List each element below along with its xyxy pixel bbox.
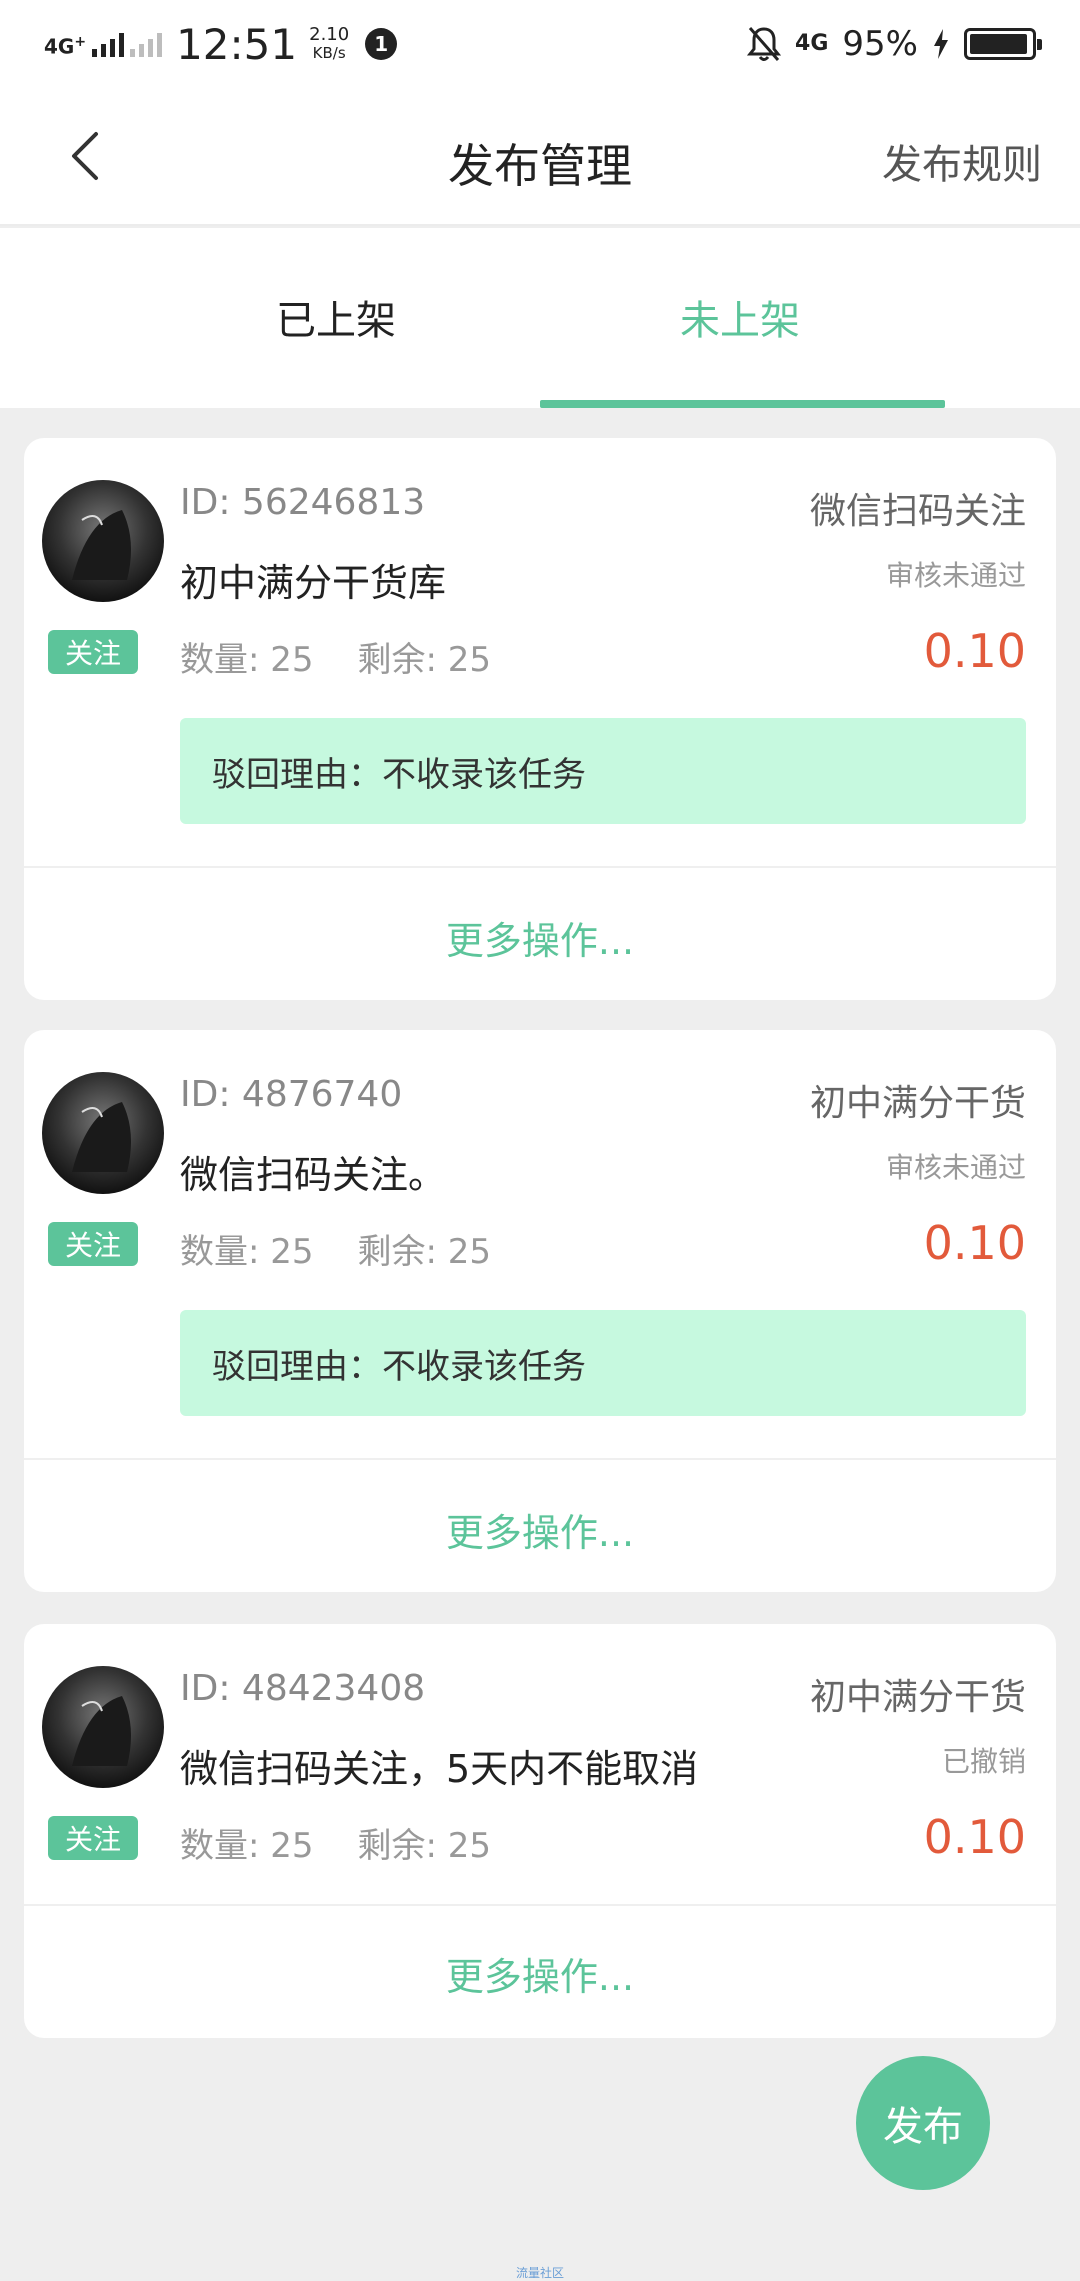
follow-tag: 关注 bbox=[48, 630, 138, 674]
task-price: 0.10 bbox=[923, 1216, 1026, 1270]
publish-fab-button[interactable]: 发布 bbox=[856, 2056, 990, 2190]
bell-muted-icon bbox=[747, 27, 782, 61]
tab-listed[interactable]: 已上架 bbox=[276, 288, 396, 346]
quantity-label: 数量: 25 bbox=[180, 640, 314, 680]
remaining-label: 剩余: 25 bbox=[357, 1232, 492, 1272]
task-id: ID: 56246813 bbox=[180, 482, 426, 523]
more-actions-button[interactable]: 更多操作... bbox=[24, 910, 1056, 965]
remaining-label: 剩余: 25 bbox=[357, 640, 492, 680]
task-title: 微信扫码关注。 bbox=[180, 1153, 447, 1197]
battery-icon bbox=[964, 28, 1042, 60]
rejection-reason: 驳回理由：不收录该任务 bbox=[180, 1310, 1026, 1416]
task-quantity: 数量: 25 剩余: 25 bbox=[180, 1224, 491, 1273]
quantity-label: 数量: 25 bbox=[180, 1826, 314, 1866]
charging-bolt-icon bbox=[934, 29, 948, 59]
status-bar: 4G+ 12:51 2.10 KB/s 1 4G 95% bbox=[0, 0, 1080, 86]
task-category: 初中满分干货 bbox=[809, 1083, 1026, 1124]
task-price: 0.10 bbox=[923, 1810, 1026, 1864]
status-right: 4G 95% bbox=[747, 16, 1042, 72]
network-speed: 2.10 KB/s bbox=[309, 24, 350, 63]
network-type: 4G+ bbox=[44, 33, 87, 59]
publish-rules-link[interactable]: 发布规则 bbox=[882, 132, 1042, 190]
task-quantity: 数量: 25 剩余: 25 bbox=[180, 632, 491, 681]
quantity-label: 数量: 25 bbox=[180, 1232, 314, 1272]
network-indicator: 4G+ bbox=[44, 32, 86, 57]
signal-strength-icon bbox=[92, 31, 125, 57]
divider bbox=[24, 866, 1056, 868]
battery-percent: 95% bbox=[842, 24, 918, 64]
task-category: 初中满分干货 bbox=[809, 1677, 1026, 1718]
tab-unlisted[interactable]: 未上架 bbox=[680, 288, 800, 346]
divider bbox=[24, 1904, 1056, 1906]
task-quantity: 数量: 25 剩余: 25 bbox=[180, 1818, 491, 1867]
remaining-label: 剩余: 25 bbox=[357, 1826, 492, 1866]
watermark: 流量社区 bbox=[515, 2266, 564, 2280]
clock: 12:51 bbox=[176, 19, 298, 69]
review-status: 审核未通过 bbox=[885, 1151, 1026, 1184]
more-actions-button[interactable]: 更多操作... bbox=[24, 1946, 1056, 2001]
follow-tag: 关注 bbox=[48, 1816, 138, 1860]
notification-count-badge: 1 bbox=[365, 28, 398, 60]
rejection-reason: 驳回理由：不收录该任务 bbox=[180, 718, 1026, 824]
divider bbox=[24, 1458, 1056, 1460]
avatar[interactable] bbox=[42, 480, 164, 602]
signal-strength-secondary-icon bbox=[130, 31, 163, 57]
review-status: 已撤销 bbox=[941, 1745, 1026, 1778]
task-card: 关注 ID: 4876740 初中满分干货 微信扫码关注。 审核未通过 数量: … bbox=[24, 1030, 1056, 1592]
task-id: ID: 48423408 bbox=[180, 1668, 426, 1709]
task-id: ID: 4876740 bbox=[180, 1074, 403, 1115]
more-actions-button[interactable]: 更多操作... bbox=[24, 1502, 1056, 1557]
avatar[interactable] bbox=[42, 1666, 164, 1788]
task-title: 微信扫码关注，5天内不能取消 bbox=[180, 1747, 699, 1791]
task-card: 关注 ID: 56246813 微信扫码关注 初中满分干货库 审核未通过 数量:… bbox=[24, 438, 1056, 1000]
task-card: 关注 ID: 48423408 初中满分干货 微信扫码关注，5天内不能取消 已撤… bbox=[24, 1624, 1056, 2038]
task-price: 0.10 bbox=[923, 624, 1026, 678]
network-type-right: 4G bbox=[795, 31, 829, 56]
task-title: 初中满分干货库 bbox=[180, 561, 447, 605]
follow-tag: 关注 bbox=[48, 1222, 138, 1266]
review-status: 审核未通过 bbox=[885, 559, 1026, 592]
active-tab-indicator bbox=[540, 400, 945, 408]
avatar[interactable] bbox=[42, 1072, 164, 1194]
task-category: 微信扫码关注 bbox=[809, 491, 1026, 532]
tab-bar: 已上架 未上架 bbox=[0, 228, 1080, 408]
header-bar: 发布管理 发布规则 bbox=[0, 86, 1080, 226]
status-left: 4G+ 12:51 2.10 KB/s 1 bbox=[44, 16, 398, 72]
battery-level-fill bbox=[970, 34, 1027, 54]
